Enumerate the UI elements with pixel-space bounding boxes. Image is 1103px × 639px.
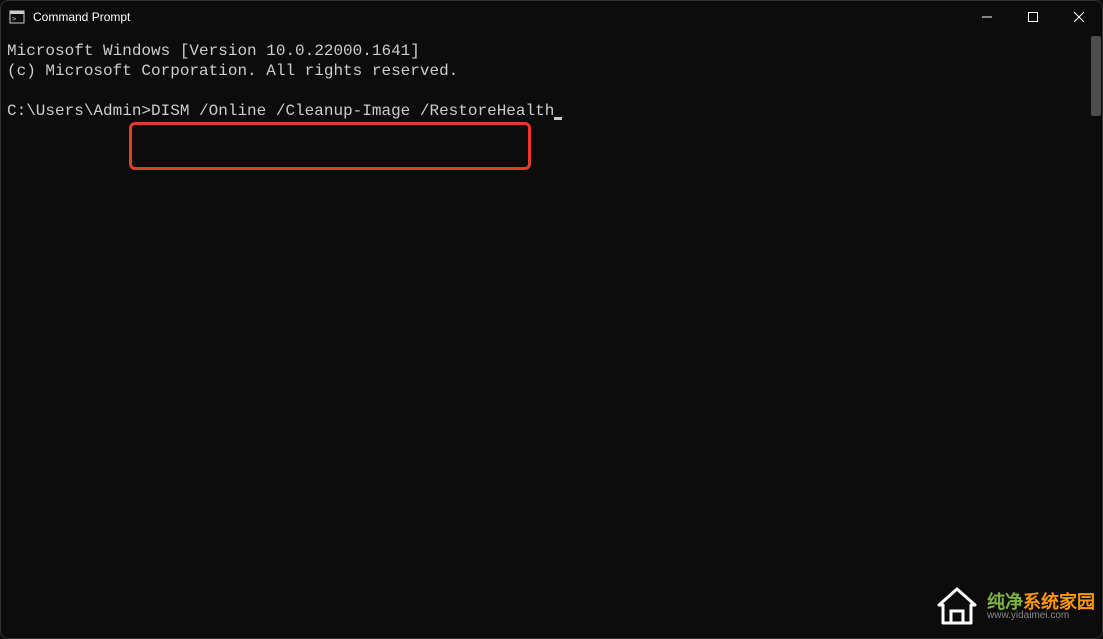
highlight-annotation xyxy=(129,122,531,170)
cmd-icon: >_ xyxy=(9,9,25,25)
watermark-title: 纯净系统家园 xyxy=(987,593,1095,611)
titlebar-left: >_ Command Prompt xyxy=(9,9,130,25)
terminal-output[interactable]: Microsoft Windows [Version 10.0.22000.16… xyxy=(1,33,1102,638)
close-button[interactable] xyxy=(1056,1,1102,33)
svg-text:>_: >_ xyxy=(12,15,21,23)
minimize-button[interactable] xyxy=(964,1,1010,33)
titlebar[interactable]: >_ Command Prompt xyxy=(1,1,1102,33)
cursor xyxy=(554,117,562,120)
watermark-text: 纯净系统家园 www.yidaimei.com xyxy=(987,593,1095,621)
watermark-house-icon xyxy=(933,583,981,631)
version-line: Microsoft Windows [Version 10.0.22000.16… xyxy=(7,41,1096,61)
watermark: 纯净系统家园 www.yidaimei.com xyxy=(933,583,1095,631)
prompt-path: C:\Users\Admin> xyxy=(7,102,151,120)
command-prompt-window: >_ Command Prompt Microsoft Windows [Ver… xyxy=(0,0,1103,639)
scrollbar-thumb[interactable] xyxy=(1091,36,1101,116)
window-title: Command Prompt xyxy=(33,10,130,24)
maximize-button[interactable] xyxy=(1010,1,1056,33)
prompt-line: C:\Users\Admin>DISM /Online /Cleanup-Ima… xyxy=(7,101,1096,121)
blank-line xyxy=(7,81,1096,101)
window-controls xyxy=(964,1,1102,33)
watermark-url: www.yidaimei.com xyxy=(987,611,1095,621)
copyright-line: (c) Microsoft Corporation. All rights re… xyxy=(7,61,1096,81)
command-input[interactable]: DISM /Online /Cleanup-Image /RestoreHeal… xyxy=(151,102,554,120)
